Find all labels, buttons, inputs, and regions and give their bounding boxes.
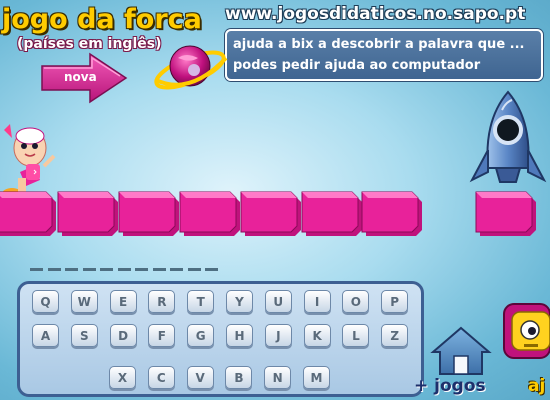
key-s[interactable]: S (70, 324, 98, 347)
new-game-label: nova (64, 70, 97, 84)
word-slot (65, 268, 78, 271)
letter-block (0, 188, 56, 242)
key-d[interactable]: D (109, 324, 137, 347)
key-a[interactable]: A (32, 324, 59, 347)
word-slot (117, 268, 131, 271)
planet-icon (150, 36, 228, 94)
new-game-button[interactable]: nova (40, 52, 128, 104)
letter-keyboard: QWERTYUIOP ASDFGHJKLZ XCVBNM (17, 281, 424, 397)
rocket-icon (466, 90, 550, 202)
letter-block (474, 188, 536, 242)
letter-block (239, 188, 301, 242)
key-b[interactable]: B (225, 366, 253, 389)
site-url-link[interactable]: www.jogosdidaticos.no.sapo.pt (225, 4, 525, 24)
word-slot (170, 268, 183, 271)
word-slot (47, 268, 61, 271)
key-l[interactable]: L (342, 324, 370, 347)
key-v[interactable]: V (186, 366, 214, 389)
key-r[interactable]: R (148, 290, 176, 313)
word-slot (187, 268, 201, 271)
instruction-box: ajuda a bix a descobrir a palavra que ..… (225, 29, 543, 81)
key-j[interactable]: J (264, 324, 292, 347)
game-subtitle: (países em inglês) (17, 36, 162, 52)
word-slot (82, 268, 96, 271)
key-q[interactable]: Q (32, 290, 59, 313)
key-i[interactable]: I (303, 290, 331, 313)
key-c[interactable]: C (147, 366, 175, 389)
key-z[interactable]: Z (381, 324, 409, 347)
key-w[interactable]: W (70, 290, 98, 313)
key-x[interactable]: X (109, 366, 136, 389)
help-label[interactable]: aj (528, 376, 550, 396)
key-e[interactable]: E (109, 290, 137, 313)
key-p[interactable]: P (381, 290, 409, 313)
letter-block (117, 188, 179, 242)
word-slot (152, 268, 166, 271)
key-y[interactable]: Y (226, 290, 253, 313)
more-games-link[interactable]: + jogos (414, 376, 486, 396)
instruction-line: podes pedir ajuda ao computador (233, 58, 481, 73)
key-g[interactable]: G (187, 324, 215, 347)
letter-block (56, 188, 118, 242)
instruction-line: ajuda a bix a descobrir a palavra que ..… (233, 37, 525, 52)
key-o[interactable]: O (342, 290, 370, 313)
word-slot (30, 268, 43, 271)
game-title: jogo da forca (2, 4, 202, 35)
key-f[interactable]: F (148, 324, 176, 347)
key-m[interactable]: M (303, 366, 330, 389)
word-slot (100, 268, 113, 271)
home-icon[interactable] (430, 325, 492, 377)
letter-block (360, 188, 422, 242)
letter-block (178, 188, 240, 242)
key-u[interactable]: U (264, 290, 292, 313)
letter-block (300, 188, 362, 242)
word-slot (135, 268, 148, 271)
key-h[interactable]: H (226, 324, 253, 347)
word-slot (205, 268, 218, 271)
word-slots (30, 268, 225, 274)
key-n[interactable]: N (264, 366, 292, 389)
key-t[interactable]: T (187, 290, 215, 313)
key-k[interactable]: K (303, 324, 331, 347)
help-button[interactable] (498, 300, 550, 370)
